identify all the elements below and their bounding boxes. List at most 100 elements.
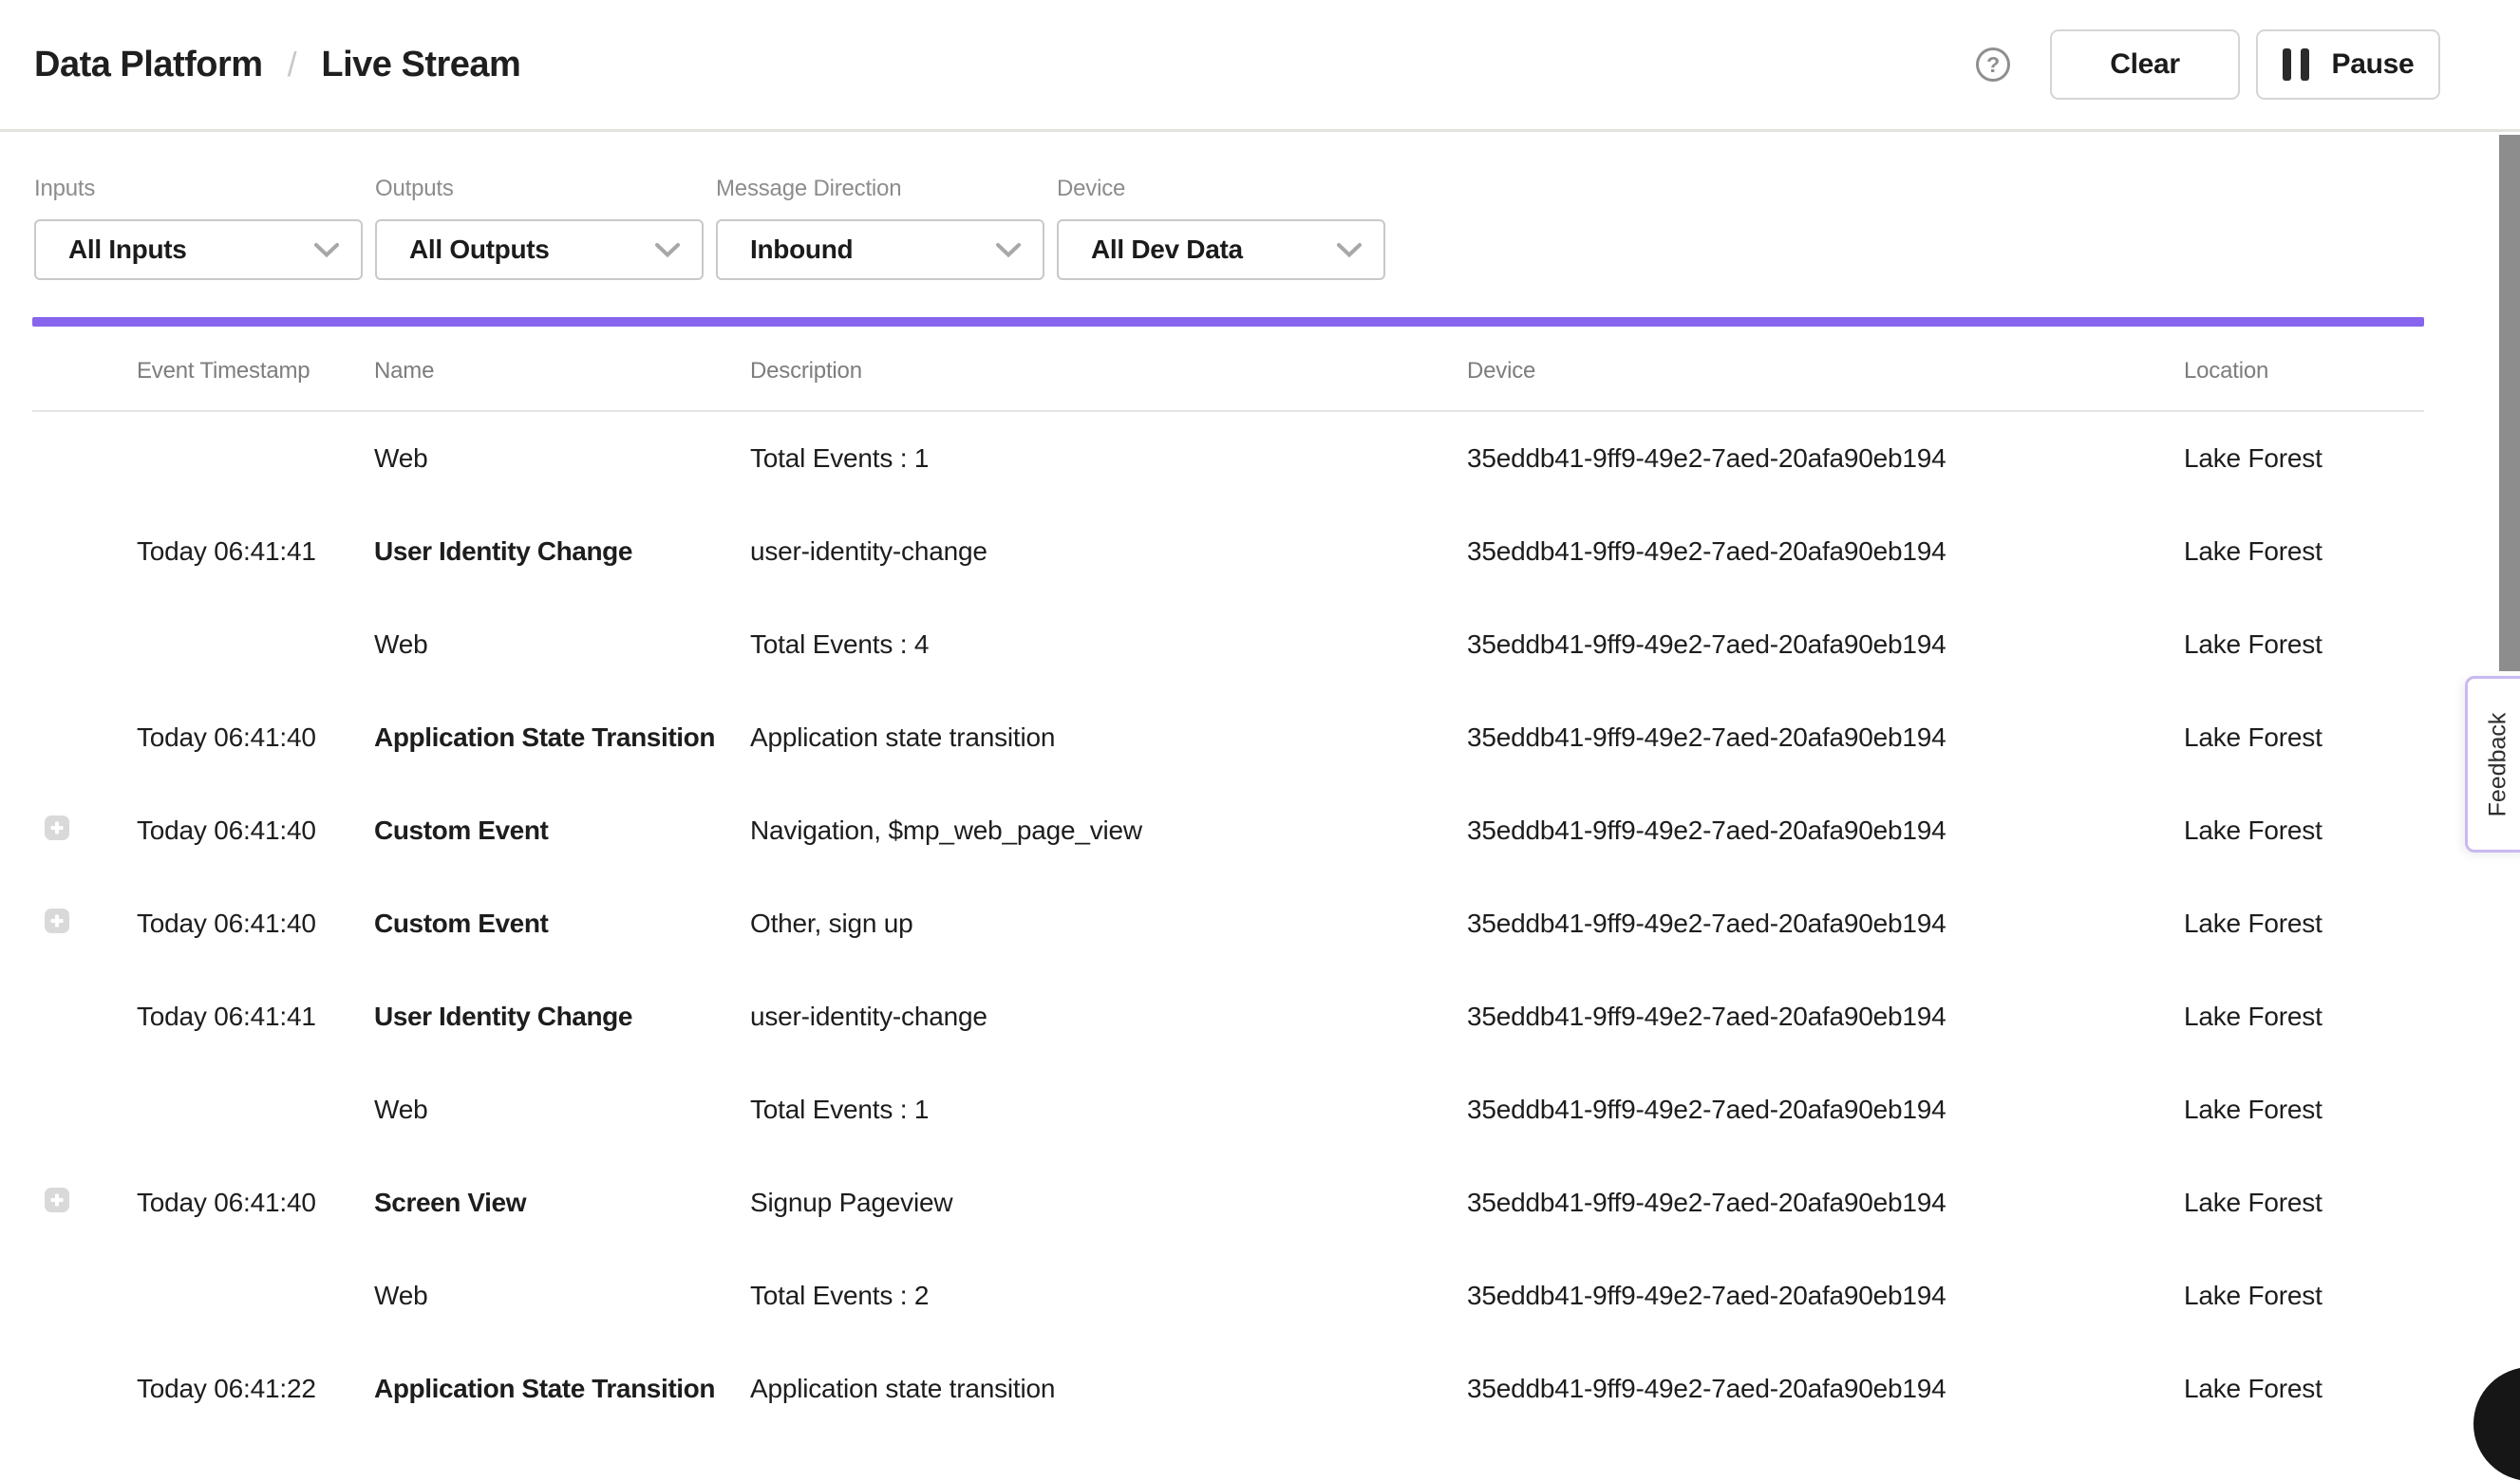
event-description: user-identity-change xyxy=(750,536,1467,567)
chevron-down-icon xyxy=(995,242,1022,258)
expand-row-button[interactable] xyxy=(45,909,69,933)
column-header-name: Name xyxy=(374,358,750,384)
event-location: Lake Forest xyxy=(2184,1095,2424,1125)
table-row[interactable]: Today 06:41:40 Application State Transit… xyxy=(32,691,2424,784)
message-direction-select[interactable]: Inbound xyxy=(716,219,1044,280)
event-timestamp: Today 06:41:40 xyxy=(137,909,374,939)
scrollbar-thumb[interactable] xyxy=(2499,135,2520,671)
column-header-location: Location xyxy=(2184,358,2424,384)
event-location: Lake Forest xyxy=(2184,1188,2424,1218)
feedback-tab[interactable]: Feedback xyxy=(2465,676,2520,853)
event-description: Total Events : 1 xyxy=(750,443,1467,474)
table-row[interactable]: Today 06:41:40 Custom Event Other, sign … xyxy=(32,877,2424,970)
table-header-row: Event Timestamp Name Description Device … xyxy=(32,327,2424,412)
expand-row-button[interactable] xyxy=(45,815,69,840)
event-description: Application state transition xyxy=(750,722,1467,753)
table-row[interactable]: Web Total Events : 2 35eddb41-9ff9-49e2-… xyxy=(32,1249,2424,1342)
event-description: Signup Pageview xyxy=(750,1188,1467,1218)
page-title: Live Stream xyxy=(321,45,520,85)
breadcrumb: Data Platform / Live Stream xyxy=(34,45,520,85)
filter-outputs-label: Outputs xyxy=(375,176,704,202)
event-name: User Identity Change xyxy=(374,1002,750,1032)
event-location: Lake Forest xyxy=(2184,722,2424,753)
filter-device-label: Device xyxy=(1057,176,1385,202)
event-timestamp: Today 06:41:40 xyxy=(137,815,374,846)
table-row[interactable]: Web Total Events : 4 35eddb41-9ff9-49e2-… xyxy=(32,598,2424,691)
device-select[interactable]: All Dev Data xyxy=(1057,219,1385,280)
event-location: Lake Forest xyxy=(2184,1374,2424,1404)
outputs-select[interactable]: All Outputs xyxy=(375,219,704,280)
event-location: Lake Forest xyxy=(2184,909,2424,939)
column-header-event-timestamp: Event Timestamp xyxy=(137,358,374,384)
feedback-tab-label: Feedback xyxy=(2485,712,2512,816)
header-actions: ? Clear Pause xyxy=(1976,29,2440,100)
filter-inputs: Inputs All Inputs xyxy=(34,176,363,280)
breadcrumb-separator: / xyxy=(288,45,297,84)
clear-button[interactable]: Clear xyxy=(2050,29,2240,100)
page-header: Data Platform / Live Stream ? Clear Paus… xyxy=(0,0,2520,132)
table-row[interactable]: Today 06:41:40 Screen View Signup Pagevi… xyxy=(32,1156,2424,1249)
event-description: Application state transition xyxy=(750,1374,1467,1404)
event-name: Custom Event xyxy=(374,815,750,846)
event-timestamp: Today 06:41:41 xyxy=(137,1002,374,1032)
table-row[interactable]: Web Total Events : 1 35eddb41-9ff9-49e2-… xyxy=(32,1063,2424,1156)
pause-button-label: Pause xyxy=(2332,48,2415,81)
table-body: Web Total Events : 1 35eddb41-9ff9-49e2-… xyxy=(32,412,2424,1435)
event-location: Lake Forest xyxy=(2184,1281,2424,1311)
table-row[interactable]: Today 06:41:40 Custom Event Navigation, … xyxy=(32,784,2424,877)
chevron-down-icon xyxy=(313,242,340,258)
help-button[interactable]: ? xyxy=(1976,47,2010,82)
event-timestamp: Today 06:41:41 xyxy=(137,536,374,567)
event-description: Total Events : 1 xyxy=(750,1095,1467,1125)
breadcrumb-section[interactable]: Data Platform xyxy=(34,45,263,85)
message-direction-select-value: Inbound xyxy=(750,234,853,265)
expand-row-button[interactable] xyxy=(45,1188,69,1212)
table-row[interactable]: Today 06:41:41 User Identity Change user… xyxy=(32,505,2424,598)
event-device-id: 35eddb41-9ff9-49e2-7aed-20afa90eb194 xyxy=(1467,1188,2184,1218)
event-name: Web xyxy=(374,443,750,474)
question-mark-icon: ? xyxy=(1986,52,2000,78)
filter-message-direction: Message Direction Inbound xyxy=(716,176,1044,280)
pause-button[interactable]: Pause xyxy=(2256,29,2440,100)
event-name: Application State Transition xyxy=(374,1374,750,1404)
event-description: user-identity-change xyxy=(750,1002,1467,1032)
event-timestamp: Today 06:41:22 xyxy=(137,1374,374,1404)
event-device-id: 35eddb41-9ff9-49e2-7aed-20afa90eb194 xyxy=(1467,815,2184,846)
event-description: Total Events : 2 xyxy=(750,1281,1467,1311)
event-timestamp: Today 06:41:40 xyxy=(137,1188,374,1218)
device-select-value: All Dev Data xyxy=(1091,234,1243,265)
event-description: Total Events : 4 xyxy=(750,629,1467,660)
event-location: Lake Forest xyxy=(2184,629,2424,660)
event-name: Web xyxy=(374,629,750,660)
inputs-select-value: All Inputs xyxy=(68,234,187,265)
event-name: Application State Transition xyxy=(374,722,750,753)
event-device-id: 35eddb41-9ff9-49e2-7aed-20afa90eb194 xyxy=(1467,1281,2184,1311)
chevron-down-icon xyxy=(654,242,681,258)
event-device-id: 35eddb41-9ff9-49e2-7aed-20afa90eb194 xyxy=(1467,443,2184,474)
chevron-down-icon xyxy=(1336,242,1363,258)
event-device-id: 35eddb41-9ff9-49e2-7aed-20afa90eb194 xyxy=(1467,1374,2184,1404)
table-row[interactable]: Web Total Events : 1 35eddb41-9ff9-49e2-… xyxy=(32,412,2424,505)
event-description: Navigation, $mp_web_page_view xyxy=(750,815,1467,846)
table-row[interactable]: Today 06:41:41 User Identity Change user… xyxy=(32,970,2424,1063)
event-location: Lake Forest xyxy=(2184,815,2424,846)
filter-inputs-label: Inputs xyxy=(34,176,363,202)
chat-bubble[interactable] xyxy=(2473,1367,2520,1481)
live-stream-accent-bar xyxy=(32,317,2424,327)
event-device-id: 35eddb41-9ff9-49e2-7aed-20afa90eb194 xyxy=(1467,629,2184,660)
table-row[interactable]: Today 06:41:22 Application State Transit… xyxy=(32,1342,2424,1435)
event-name: Screen View xyxy=(374,1188,750,1218)
inputs-select[interactable]: All Inputs xyxy=(34,219,363,280)
column-header-device: Device xyxy=(1467,358,2184,384)
event-location: Lake Forest xyxy=(2184,1002,2424,1032)
event-device-id: 35eddb41-9ff9-49e2-7aed-20afa90eb194 xyxy=(1467,909,2184,939)
filter-outputs: Outputs All Outputs xyxy=(375,176,704,280)
column-header-description: Description xyxy=(750,358,1467,384)
outputs-select-value: All Outputs xyxy=(409,234,550,265)
event-name: Web xyxy=(374,1095,750,1125)
filter-device: Device All Dev Data xyxy=(1057,176,1385,280)
event-device-id: 35eddb41-9ff9-49e2-7aed-20afa90eb194 xyxy=(1467,536,2184,567)
event-name: Web xyxy=(374,1281,750,1311)
filter-message-direction-label: Message Direction xyxy=(716,176,1044,202)
event-name: User Identity Change xyxy=(374,536,750,567)
